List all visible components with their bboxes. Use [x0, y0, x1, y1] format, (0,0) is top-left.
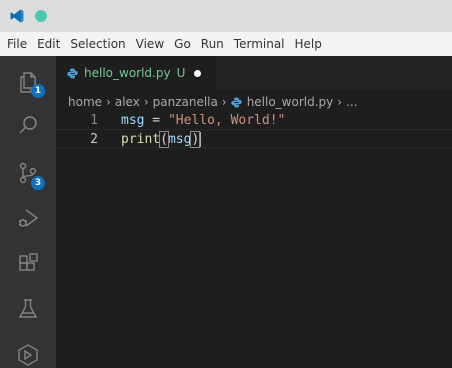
token-variable: msg: [121, 113, 145, 128]
menu-run[interactable]: Run: [201, 37, 224, 51]
breadcrumb-panzanella[interactable]: panzanella: [153, 95, 218, 109]
unsaved-dot-icon[interactable]: [194, 69, 202, 77]
activity-bar: 1 3: [0, 56, 56, 368]
run-debug-button[interactable]: [0, 196, 56, 240]
source-control-badge: 3: [31, 176, 45, 190]
extensions-button[interactable]: [0, 242, 56, 286]
remote-button[interactable]: [0, 333, 56, 368]
explorer-button[interactable]: 1: [0, 60, 56, 104]
menu-help[interactable]: Help: [295, 37, 322, 51]
chevron-right-icon: ›: [337, 95, 343, 109]
line-number: 1: [90, 113, 98, 128]
code-line-current: 2 print(msg): [56, 129, 452, 148]
run-debug-icon: [19, 209, 39, 227]
menu-go[interactable]: Go: [174, 37, 191, 51]
breadcrumb-home[interactable]: home: [68, 95, 102, 109]
vscode-logo-icon: [10, 9, 24, 23]
tabs-bar: hello_world.py U: [56, 56, 452, 90]
tab-hello-world[interactable]: hello_world.py U: [56, 56, 216, 90]
search-button[interactable]: [0, 104, 56, 148]
window-control-button[interactable]: [35, 10, 47, 22]
breadcrumb-alex[interactable]: alex: [115, 95, 140, 109]
code-line: 1 msg = "Hello, World!": [56, 111, 452, 130]
chevron-right-icon: ›: [106, 95, 111, 109]
text-cursor: [199, 132, 202, 147]
code-text: print(msg): [121, 130, 202, 149]
breadcrumb-file[interactable]: hello_world.py: [247, 95, 334, 109]
breadcrumb: home › alex › panzanella › hello_world.p…: [68, 93, 358, 111]
title-bar: [0, 0, 452, 32]
testing-button[interactable]: [0, 287, 56, 331]
tab-filename: hello_world.py: [84, 66, 171, 80]
token-paren-open: (: [159, 131, 169, 148]
python-file-icon: [67, 68, 78, 78]
breadcrumb-symbols[interactable]: ...: [346, 95, 357, 109]
line-number: 2: [90, 132, 98, 147]
source-control-button[interactable]: 3: [0, 151, 56, 195]
token-paren-close: ): [190, 131, 201, 148]
menu-view[interactable]: View: [136, 37, 164, 51]
code-text: msg = "Hello, World!": [121, 111, 285, 130]
token-operator: =: [144, 113, 168, 128]
remote-icon: [18, 344, 38, 366]
menu-terminal[interactable]: Terminal: [234, 37, 285, 51]
menu-file[interactable]: File: [7, 37, 27, 51]
menu-selection[interactable]: Selection: [70, 37, 125, 51]
untracked-status: U: [176, 66, 186, 80]
extensions-icon: [19, 253, 38, 271]
explorer-badge: 1: [31, 84, 45, 98]
token-argument: msg: [167, 132, 192, 147]
testing-icon: [18, 299, 38, 318]
search-icon: [19, 116, 37, 134]
python-file-icon: [230, 97, 242, 107]
code-editor[interactable]: 1 msg = "Hello, World!" 2 print(msg): [56, 111, 452, 368]
token-string: "Hello, World!": [167, 113, 286, 128]
chevron-right-icon: ›: [143, 95, 149, 109]
menu-bar: File Edit Selection View Go Run Terminal…: [0, 32, 452, 56]
menu-edit[interactable]: Edit: [37, 37, 60, 51]
chevron-right-icon: ›: [221, 95, 227, 109]
token-function: print: [121, 132, 161, 147]
